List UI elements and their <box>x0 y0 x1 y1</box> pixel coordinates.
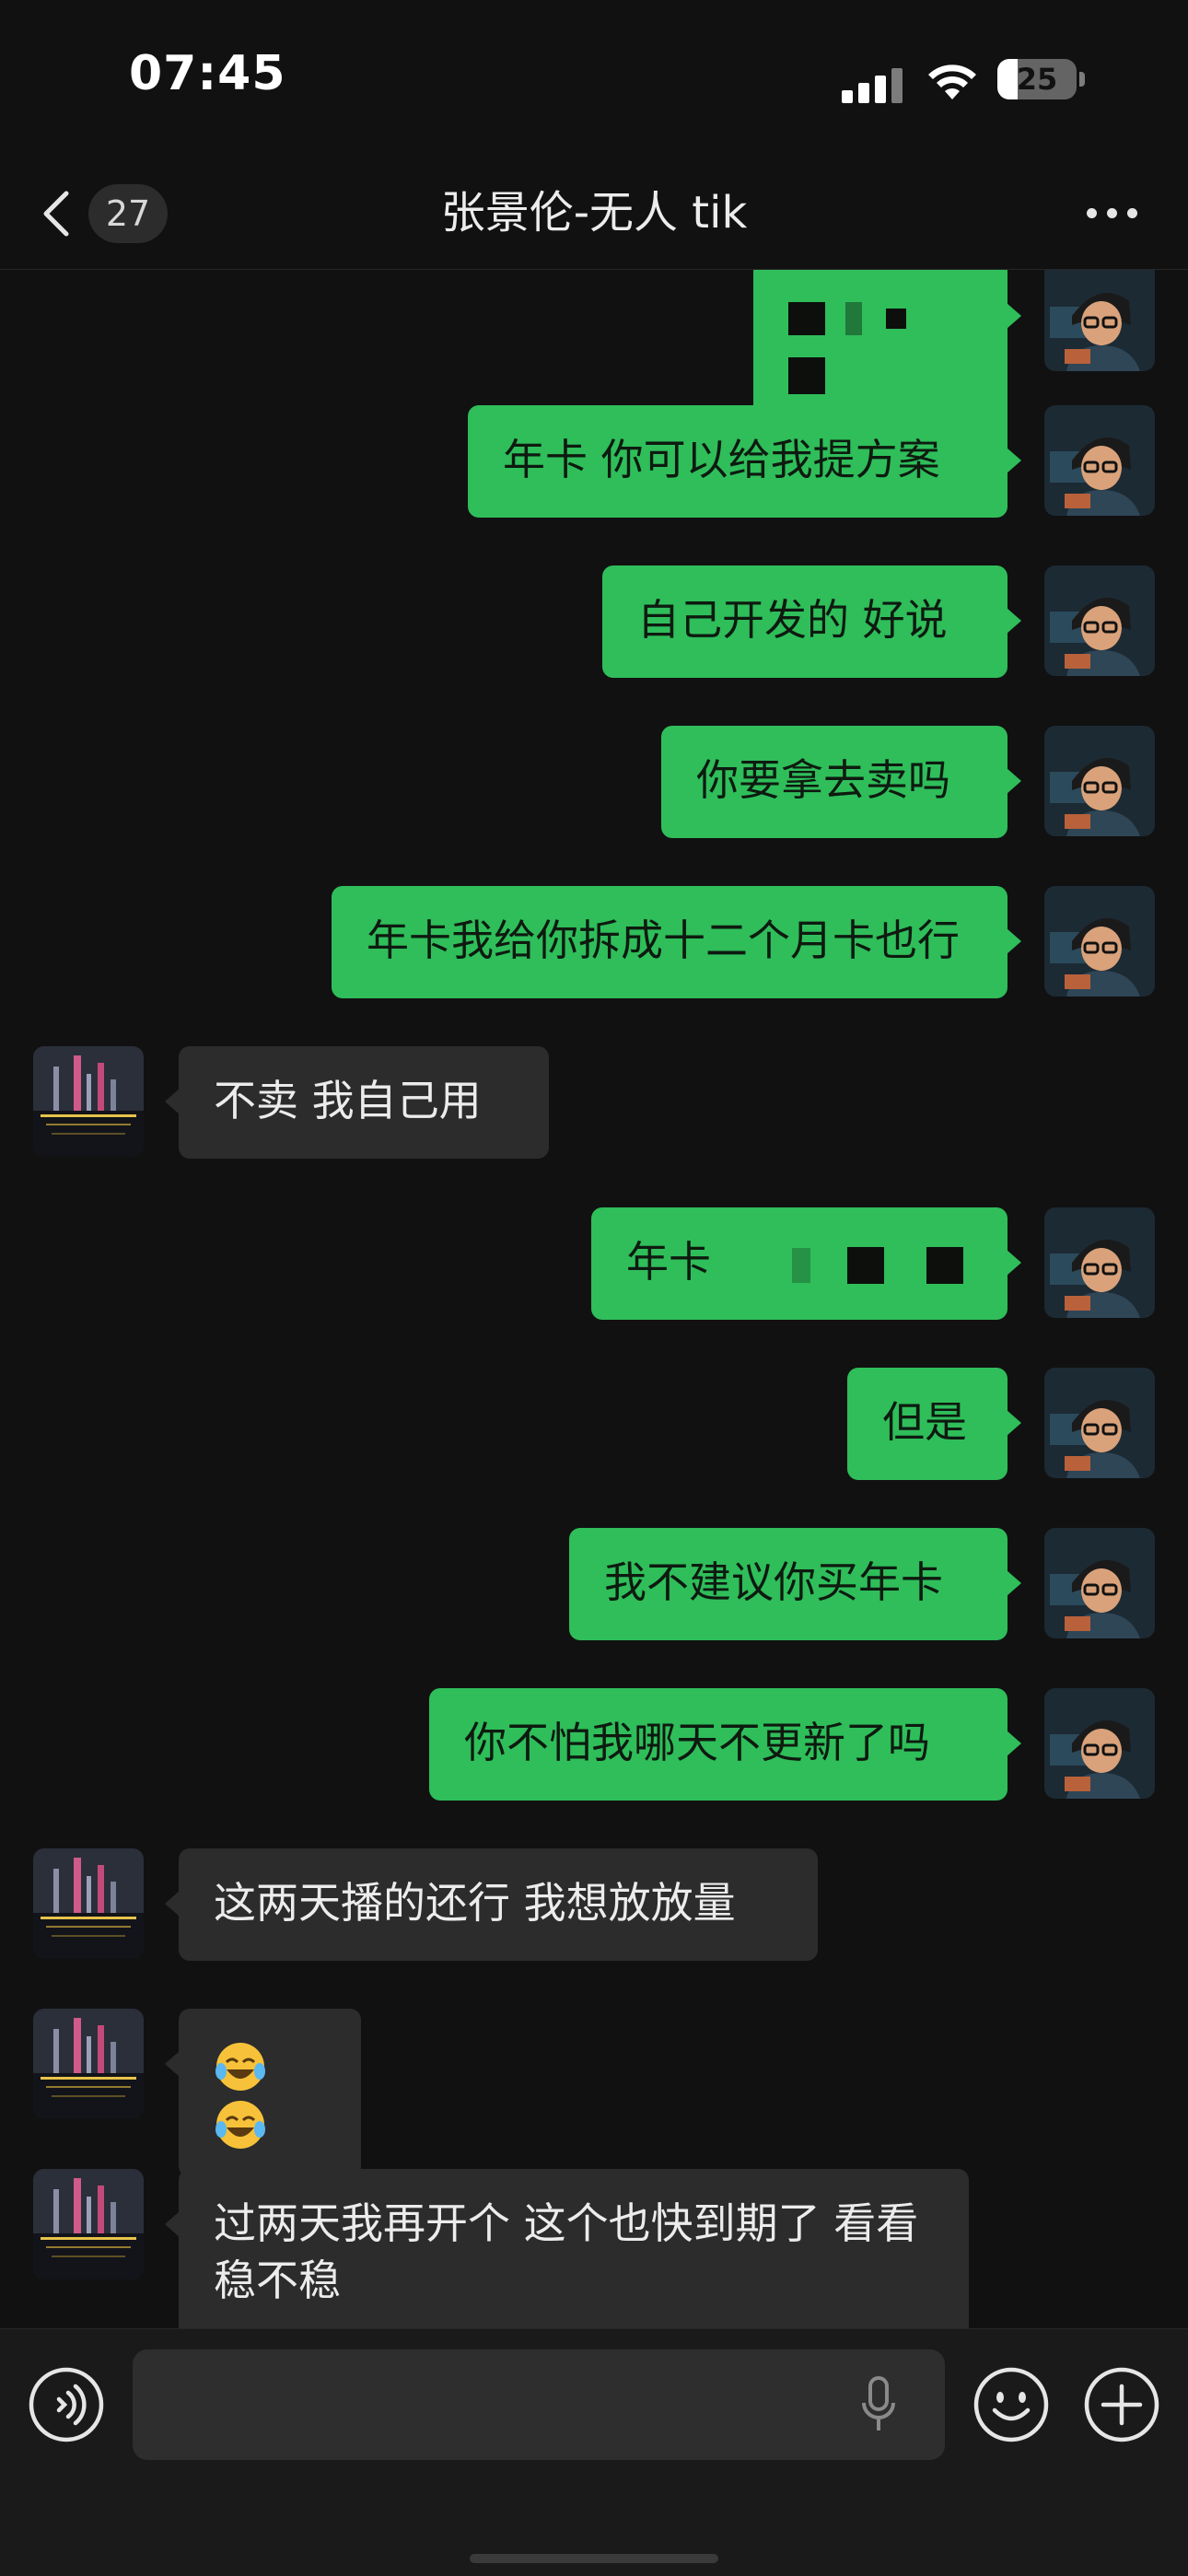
outgoing-message[interactable]: 年卡 你可以给我提方案 <box>468 405 1007 518</box>
bubble-tail <box>165 2211 180 2237</box>
more-options-button[interactable] <box>1076 188 1149 238</box>
tears-of-joy-emoji-icon <box>214 2097 274 2149</box>
message-text: 年卡 <box>626 1237 711 1287</box>
message-text: 我不建议你买年卡 <box>604 1557 943 1607</box>
message-text: 年卡 你可以给我提方案 <box>503 435 940 484</box>
message-text: 这两天播的还行 我想放放量 <box>214 1878 736 1928</box>
my-avatar[interactable] <box>1044 270 1155 371</box>
message-text: 你要拿去卖吗 <box>696 755 950 805</box>
bubble-tail <box>1007 768 1021 794</box>
message-text: 自己开发的 好说 <box>637 595 948 645</box>
message-text: 但是 <box>882 1397 967 1447</box>
contact-avatar[interactable] <box>33 2169 144 2279</box>
my-avatar[interactable] <box>1044 886 1155 997</box>
input-bar <box>0 2328 1188 2576</box>
incoming-message[interactable]: 过两天我再开个 这个也快到期了 看看稳不稳 <box>179 2169 969 2329</box>
message-list[interactable]: 年卡 你可以给我提方案自己开发的 好说你要拿去卖吗年卡我给你拆成十二个月卡也行不… <box>0 270 1188 2329</box>
chevron-left-icon <box>43 191 69 237</box>
bubble-tail <box>1007 608 1021 634</box>
bubble-tail <box>1007 1731 1021 1756</box>
voice-input-button[interactable] <box>28 2366 105 2443</box>
my-avatar[interactable] <box>1044 405 1155 516</box>
my-avatar[interactable] <box>1044 1368 1155 1478</box>
cellular-signal-icon <box>842 64 904 103</box>
outgoing-message[interactable]: 我不建议你买年卡 <box>569 1528 1007 1640</box>
message-text: 过两天我再开个 这个也快到期了 看看稳不稳 <box>214 2198 919 2305</box>
unread-count-badge: 27 <box>88 184 168 243</box>
bubble-tail <box>165 1891 180 1917</box>
my-avatar[interactable] <box>1044 1688 1155 1799</box>
redacted-content <box>788 290 939 397</box>
outgoing-message[interactable]: 年卡 <box>591 1207 1007 1320</box>
message-text: 你不怕我哪天不更新了吗 <box>464 1718 930 1767</box>
tears-of-joy-emoji-icon <box>214 2038 274 2091</box>
battery-level: 25 <box>1016 62 1058 97</box>
redacted-content <box>711 1237 963 1287</box>
bubble-tail <box>1007 928 1021 954</box>
outgoing-message[interactable]: 但是 <box>847 1368 1007 1480</box>
incoming-message[interactable] <box>179 2009 361 2177</box>
message-text: 年卡我给你拆成十二个月卡也行 <box>367 915 960 965</box>
bubble-tail <box>1007 1250 1021 1276</box>
incoming-message[interactable]: 这两天播的还行 我想放放量 <box>179 1848 818 1961</box>
home-indicator <box>470 2554 718 2563</box>
wifi-icon <box>928 64 976 99</box>
outgoing-message[interactable]: 年卡我给你拆成十二个月卡也行 <box>332 886 1007 998</box>
bubble-tail <box>1007 1570 1021 1596</box>
bubble-tail <box>1007 303 1021 329</box>
bubble-tail <box>165 1089 180 1114</box>
incoming-message[interactable]: 不卖 我自己用 <box>179 1046 549 1159</box>
battery-icon: 25 <box>997 59 1086 99</box>
my-avatar[interactable] <box>1044 1207 1155 1318</box>
microphone-icon[interactable] <box>860 2375 897 2434</box>
contact-avatar[interactable] <box>33 1046 144 1157</box>
bubble-tail <box>165 2051 180 2077</box>
emoji-button[interactable] <box>973 2366 1050 2443</box>
outgoing-message[interactable] <box>753 270 1007 426</box>
my-avatar[interactable] <box>1044 565 1155 676</box>
contact-avatar[interactable] <box>33 2009 144 2119</box>
message-text: 不卖 我自己用 <box>214 1076 482 1125</box>
my-avatar[interactable] <box>1044 1528 1155 1638</box>
message-input[interactable] <box>133 2349 945 2460</box>
bubble-tail <box>1007 448 1021 473</box>
outgoing-message[interactable]: 你要拿去卖吗 <box>661 726 1007 838</box>
status-time: 07:45 <box>129 46 286 101</box>
outgoing-message[interactable]: 你不怕我哪天不更新了吗 <box>429 1688 1007 1801</box>
status-bar: 07:45 25 <box>0 0 1188 157</box>
plus-button[interactable] <box>1083 2366 1160 2443</box>
bubble-tail <box>1007 1410 1021 1436</box>
my-avatar[interactable] <box>1044 726 1155 836</box>
outgoing-message[interactable]: 自己开发的 好说 <box>602 565 1007 678</box>
back-button[interactable]: 27 <box>41 175 179 249</box>
chat-header: 27 张景伦-无人 tik <box>0 157 1188 270</box>
contact-avatar[interactable] <box>33 1848 144 1959</box>
